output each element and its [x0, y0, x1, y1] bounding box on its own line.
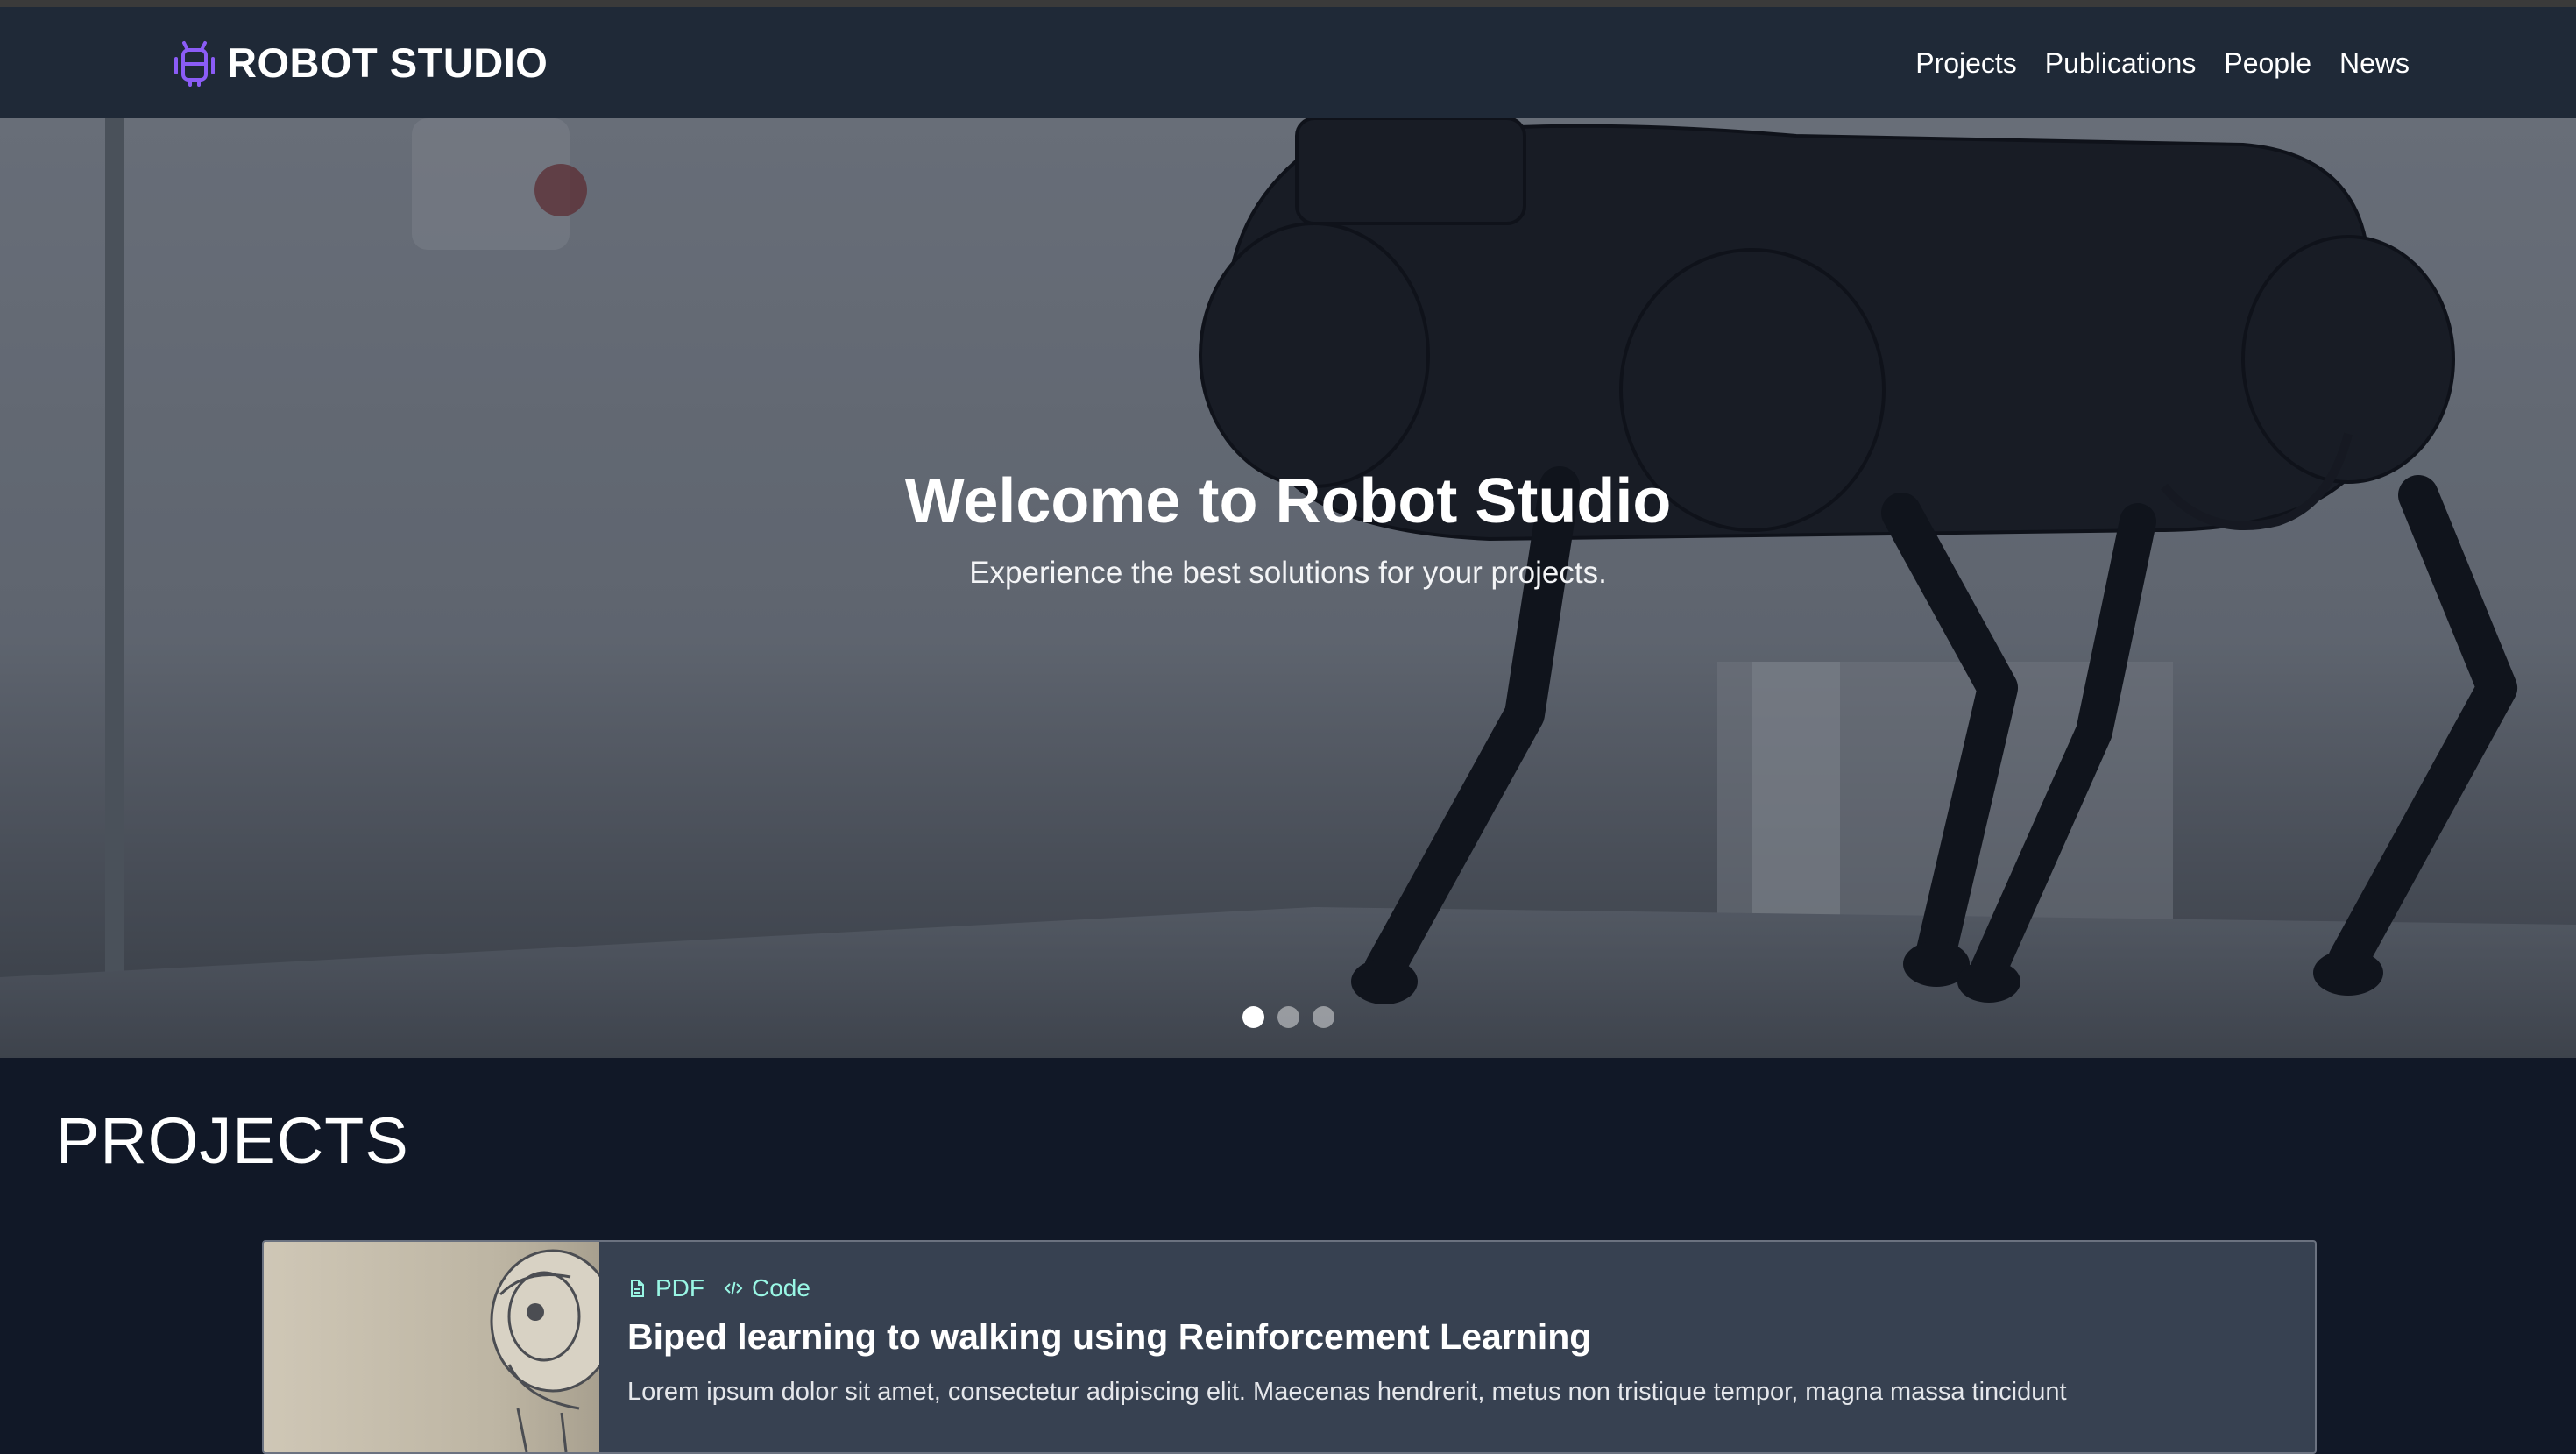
project-card-image — [264, 1242, 599, 1452]
project-title[interactable]: Biped learning to walking using Reinforc… — [627, 1316, 2280, 1358]
code-link-label: Code — [752, 1274, 810, 1302]
robot-icon — [174, 40, 215, 87]
pdf-link-label: PDF — [655, 1274, 704, 1302]
project-links: PDF Code — [627, 1273, 2280, 1303]
nav-link-publications[interactable]: Publications — [2045, 49, 2197, 77]
document-icon — [631, 1280, 644, 1297]
code-icon — [724, 1281, 743, 1295]
robot-sketch-image — [490, 1249, 599, 1452]
brand-logo-link[interactable]: ROBOT STUDIO — [169, 7, 548, 118]
nav-link-news[interactable]: News — [2339, 49, 2410, 77]
code-link[interactable]: Code — [724, 1274, 810, 1302]
carousel-dot-1[interactable] — [1242, 1006, 1264, 1028]
navbar: ROBOT STUDIO Projects Publications Peopl… — [0, 7, 2576, 118]
nav-link-projects[interactable]: Projects — [1915, 49, 2017, 77]
pdf-link[interactable]: PDF — [627, 1274, 704, 1302]
project-description: Lorem ipsum dolor sit amet, consectetur … — [627, 1378, 2067, 1407]
hero-carousel: Welcome to Robot Studio Experience the b… — [0, 118, 2576, 1058]
brand-name: ROBOT STUDIO — [227, 39, 548, 86]
main-nav: Projects Publications People News — [1915, 7, 2410, 118]
project-card-body: PDF Code Biped learning to walking using… — [627, 1273, 2280, 1435]
carousel-dot-3[interactable] — [1312, 1006, 1334, 1028]
hero-subtitle: Experience the best solutions for your p… — [969, 556, 1607, 590]
nav-link-people[interactable]: People — [2224, 49, 2311, 77]
carousel-dot-2[interactable] — [1277, 1006, 1299, 1028]
projects-heading: PROJECTS — [56, 1104, 409, 1177]
window-top-border — [0, 0, 2576, 7]
project-card: PDF Code Biped learning to walking using… — [262, 1240, 2317, 1454]
carousel-indicators — [0, 1006, 2576, 1028]
hero-title: Welcome to Robot Studio — [904, 466, 1672, 536]
